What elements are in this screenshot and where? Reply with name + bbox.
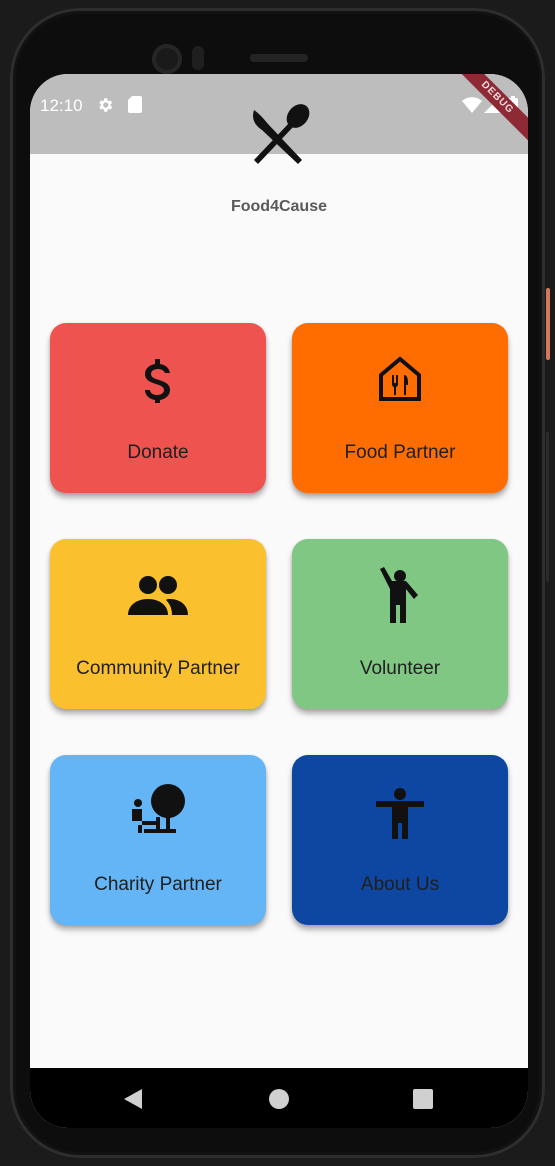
back-icon[interactable]: [122, 1088, 144, 1110]
app-screen: 12:10 DEBUG Food4Cause Donate Food Partn…: [30, 74, 528, 1128]
food-house-icon: [379, 356, 421, 401]
tile-label-food-partner: Food Partner: [344, 442, 456, 463]
sd-card-icon: [128, 96, 142, 113]
app-title: Food4Cause: [230, 198, 327, 215]
tile-label-donate: Donate: [127, 442, 189, 463]
donate-tile[interactable]: Donate: [50, 323, 266, 493]
charity-partner-tile[interactable]: Charity Partner: [50, 755, 266, 925]
recents-icon[interactable]: [412, 1088, 434, 1110]
gear-icon: [99, 98, 113, 112]
home-icon[interactable]: [268, 1088, 290, 1110]
tile-label-about-us: About Us: [360, 874, 440, 895]
system-nav-bar: [30, 1068, 528, 1128]
power-button: [546, 288, 550, 360]
about-us-tile[interactable]: About Us: [292, 755, 508, 925]
wifi-icon: [462, 97, 482, 113]
front-camera: [152, 44, 182, 74]
accessibility-icon: [376, 788, 424, 839]
tile-label-volunteer: Volunteer: [359, 658, 441, 679]
status-time: 12:10: [40, 96, 83, 115]
volume-button: [546, 432, 549, 582]
food-partner-tile[interactable]: Food Partner: [292, 323, 508, 493]
earpiece-speaker: [250, 54, 308, 62]
camera-sensor: [192, 46, 204, 70]
volunteer-tile[interactable]: Volunteer: [292, 539, 508, 709]
park-bench-icon: [132, 784, 185, 833]
people-icon: [128, 576, 188, 615]
dollar-icon: [145, 359, 170, 403]
volunteer-hand-raised-icon: [380, 567, 418, 623]
fork-spoon-icon: [253, 104, 310, 164]
tile-label-community-partner: Community Partner: [76, 658, 240, 679]
tile-label-charity-partner: Charity Partner: [94, 874, 222, 895]
community-partner-tile[interactable]: Community Partner: [50, 539, 266, 709]
status-bar: 12:10 DEBUG: [30, 74, 528, 164]
